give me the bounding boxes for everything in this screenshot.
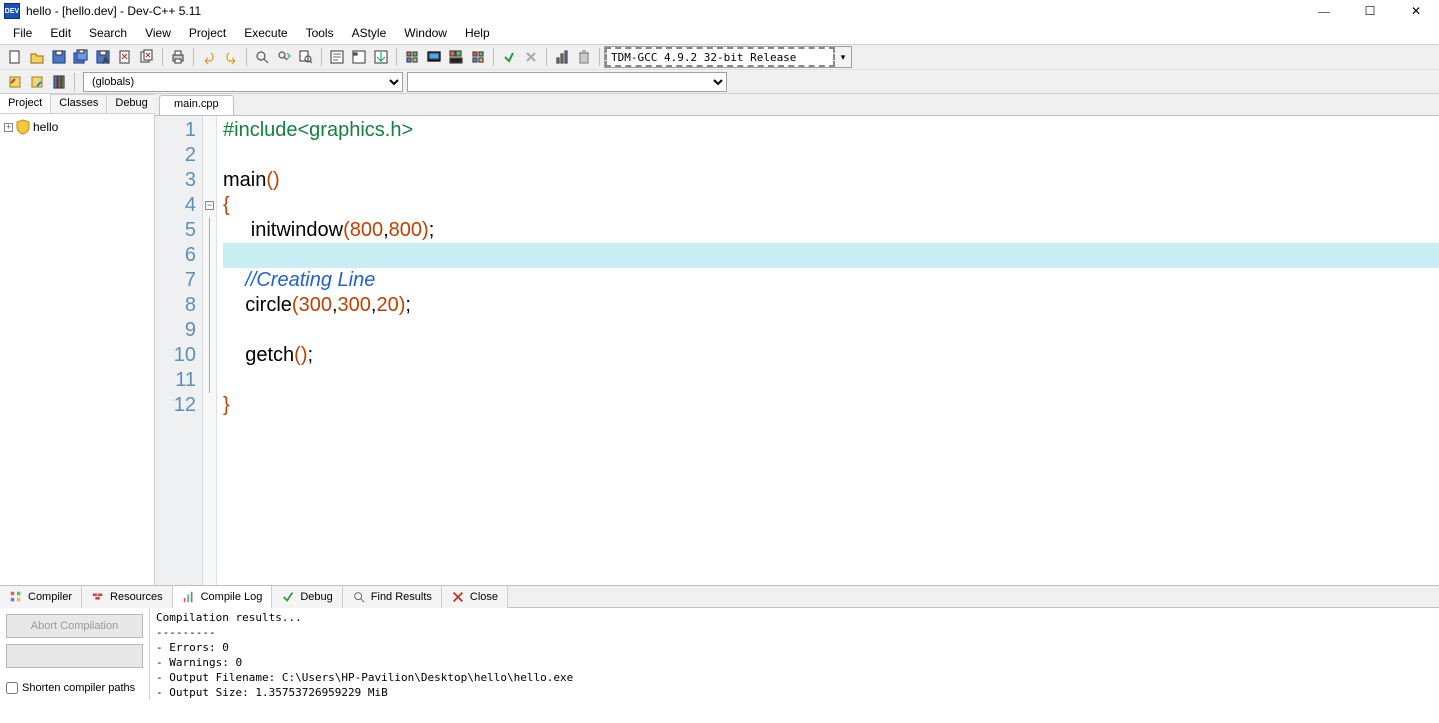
current-line-highlight [223,243,1439,268]
find-button[interactable] [252,47,272,67]
project-name-label: hello [33,120,58,134]
bottom-tab-close[interactable]: Close [442,586,508,608]
undo-button[interactable] [199,47,219,67]
menu-file[interactable]: File [4,24,41,42]
code-token: #include<graphics.h> [223,119,413,141]
bricks-icon [91,590,105,604]
shorten-paths-input[interactable] [6,682,18,694]
save-button[interactable] [49,47,69,67]
stop-button[interactable] [521,47,541,67]
chevron-down-icon: ▾ [835,48,851,66]
menu-astyle[interactable]: AStyle [343,24,396,42]
open-button[interactable] [27,47,47,67]
sidebar-tab-project[interactable]: Project [0,93,51,113]
goto-line-button[interactable] [327,47,347,67]
project-tree-item[interactable]: + hello [4,118,150,136]
menu-search[interactable]: Search [80,24,136,42]
compiler-profile-select[interactable]: TDM-GCC 4.9.2 32-bit Release ▾ [604,46,852,68]
open-project-button[interactable] [27,72,47,92]
titlebar: DEV hello - [hello.dev] - Dev-C++ 5.11 —… [0,0,1439,22]
code-editor[interactable]: 123456789101112 − #include<graphics.h> m… [155,116,1439,585]
save-all-button[interactable] [71,47,91,67]
compile-run-button[interactable] [446,47,466,67]
bottom-tab-resources[interactable]: Resources [82,586,173,608]
new-project-button[interactable] [5,72,25,92]
run-button[interactable] [424,47,444,67]
search-icon [352,590,366,604]
toolbars: A TDM-GCC 4.9.2 32-bit Release ▾ [0,44,1439,94]
abort-compilation-button[interactable]: Abort Compilation [6,614,143,638]
menu-tools[interactable]: Tools [297,24,343,42]
project-tree: + hello [0,114,154,585]
save-as-button[interactable]: A [93,47,113,67]
compiler-profile-label: TDM-GCC 4.9.2 32-bit Release [605,47,835,67]
check-icon [281,590,295,604]
compile-button[interactable] [402,47,422,67]
bottom-tab-compile-log[interactable]: Compile Log [173,586,273,608]
editor-tab-main[interactable]: main.cpp [159,95,234,115]
shield-icon [15,119,31,135]
menu-execute[interactable]: Execute [235,24,296,42]
redo-button[interactable] [221,47,241,67]
secondary-button[interactable] [6,644,143,668]
bottom-tab-debug[interactable]: Debug [272,586,342,608]
close-button[interactable]: ✕ [1393,0,1439,22]
window-title: hello - [hello.dev] - Dev-C++ 5.11 [26,4,201,18]
print-button[interactable] [168,47,188,67]
bottom-tab-compiler[interactable]: Compiler [0,586,82,608]
sidebar: Project Classes Debug + hello [0,94,155,585]
line-gutter: 123456789101112 [155,116,203,585]
project-options-button[interactable] [49,72,69,92]
maximize-button[interactable]: ☐ [1347,0,1393,22]
menu-project[interactable]: Project [180,24,235,42]
scope-select[interactable]: (globals) [83,72,403,92]
sidebar-tab-classes[interactable]: Classes [51,94,107,113]
fold-column: − [203,116,217,585]
app-icon: DEV [4,3,20,19]
bottom-tab-find-results[interactable]: Find Results [343,586,442,608]
menu-view[interactable]: View [136,24,180,42]
compile-log-output[interactable]: Compilation results... --------- - Error… [150,608,1439,700]
grid-icon [9,590,23,604]
debug-button[interactable] [499,47,519,67]
replace-button[interactable] [274,47,294,67]
profile-button[interactable] [552,47,572,67]
menu-edit[interactable]: Edit [41,24,80,42]
fold-toggle-icon[interactable]: − [205,201,214,210]
bars-icon [182,590,196,604]
shorten-paths-checkbox[interactable]: Shorten compiler paths [6,682,143,694]
close-icon [451,590,465,604]
menu-window[interactable]: Window [395,24,456,42]
minimize-button[interactable]: — [1301,0,1347,22]
rebuild-button[interactable] [468,47,488,67]
sidebar-tab-debug[interactable]: Debug [107,94,156,113]
svg-text:A: A [103,56,109,65]
menu-help[interactable]: Help [456,24,499,42]
bottom-panel: Compiler Resources Compile Log Debug Fin… [0,585,1439,700]
close-file-button[interactable] [115,47,135,67]
goto-bookmark-button[interactable] [371,47,391,67]
delete-profile-button[interactable] [574,47,594,67]
close-all-button[interactable] [137,47,157,67]
find-in-files-button[interactable] [296,47,316,67]
expand-icon[interactable]: + [4,123,13,132]
member-select[interactable] [407,72,727,92]
bookmarks-button[interactable] [349,47,369,67]
menubar: File Edit Search View Project Execute To… [0,22,1439,44]
editor-panel: main.cpp 123456789101112 − #include<grap… [155,94,1439,585]
new-file-button[interactable] [5,47,25,67]
